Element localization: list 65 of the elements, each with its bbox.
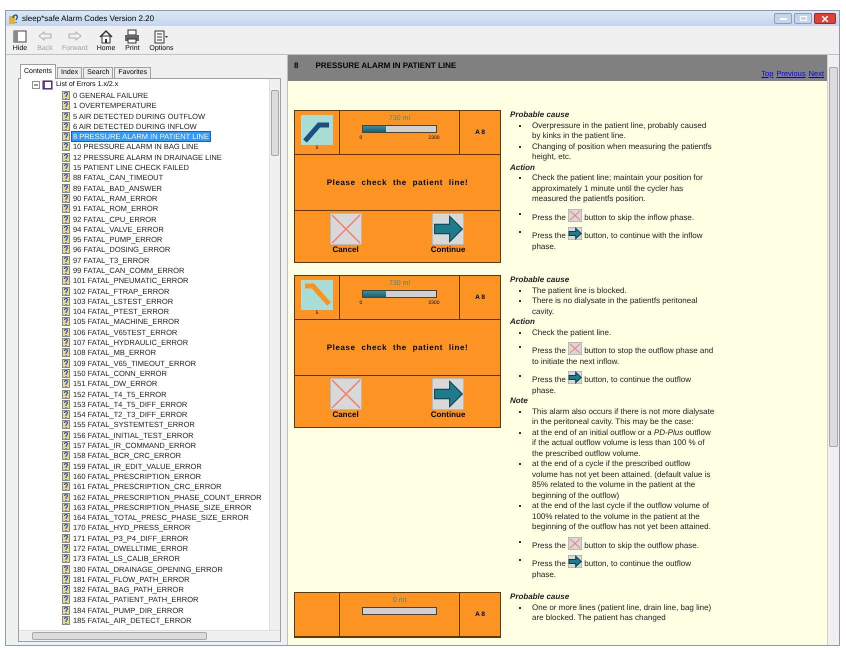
horizontal-scrollbar[interactable]	[19, 630, 280, 641]
window-title: sleep*safe Alarm Codes Version 2.20	[22, 12, 154, 24]
list-text: at the end of a cycle if the prescribed outflow volume has not yet been attained. (default value is 85% related to the volume in the patient at the beginning of the outflow)	[532, 459, 712, 501]
topic-number: 8	[294, 60, 298, 72]
cross-icon	[330, 378, 362, 410]
list-text: Check the patient line; maintain your position for approximately 1 minute until the cycler has measured the patientfs position.	[532, 173, 704, 204]
help-file-icon	[9, 14, 19, 24]
arrow-right-icon	[568, 227, 582, 240]
scrollbar-thumb[interactable]	[271, 90, 279, 156]
list-text: One or more lines (patient line, drain line, bag line) are blocked. The patient has changed	[532, 602, 712, 624]
section-heading: Probable cause	[510, 110, 570, 120]
cross-icon	[568, 208, 582, 222]
alarm-message: Please check the patient line!	[326, 342, 468, 354]
vertical-scrollbar[interactable]	[269, 79, 280, 630]
tube-icon	[301, 280, 333, 310]
minimize-button[interactable]	[774, 13, 792, 24]
cross-icon	[330, 213, 362, 245]
list-text: at the end of an initial outflow or a PD-Plus outflow if the actual outflow volume is less than 100 % of the prescribed outflow volume.	[532, 428, 712, 459]
close-button[interactable]	[814, 13, 836, 24]
list-text: Overpressure in the patient line, probably caused by kinks in the patient line.	[532, 120, 708, 142]
back-arrow-icon	[37, 29, 53, 44]
vertical-scrollbar[interactable]	[827, 55, 839, 645]
section-heading: Action	[510, 317, 536, 328]
section-heading: Probable cause	[510, 275, 570, 286]
instruction-text: Press the button to skip the inflow phase.	[532, 208, 694, 223]
instruction-text: Press the button to stop the outflow phase and to initiate the next inflow.	[532, 342, 715, 367]
list-text: This alarm also occurs if there is not more dialysate in the peritoneal cavity. This may be the case:	[532, 406, 715, 428]
instruction-text: Press the button, to continue the outflow phase.	[532, 371, 715, 396]
maximize-icon	[800, 16, 806, 21]
arrow-right-icon	[568, 555, 582, 568]
close-icon	[822, 16, 828, 22]
minimize-icon	[780, 18, 786, 20]
scrollbar-thumb[interactable]	[829, 67, 838, 447]
cross-icon	[568, 342, 582, 355]
continue-button[interactable]: Continue	[430, 213, 466, 255]
section-heading: Action	[510, 162, 536, 173]
arrow-right-icon	[432, 213, 464, 245]
forward-arrow-icon	[66, 29, 83, 44]
instruction-text: Press the button, to continue the outflow phase.	[532, 555, 715, 580]
cross-icon	[568, 536, 582, 550]
continue-button[interactable]: Continue	[430, 378, 466, 420]
cancel-button[interactable]: Cancel	[330, 213, 362, 255]
minus-icon	[33, 82, 39, 88]
instruction-text: Press the button to skip the outflow phase.	[532, 536, 699, 551]
list-text: Check the patient line.	[532, 328, 612, 338]
maximize-button[interactable]	[794, 13, 812, 24]
arrow-right-icon	[432, 378, 464, 410]
section-heading: Note	[510, 396, 529, 406]
hide-pane-icon	[12, 29, 28, 44]
section-heading: Probable cause	[510, 592, 570, 602]
instruction-text: Press the button, to continue with the inflow phase.	[532, 227, 715, 252]
list-text: Changing of position when measuring the patientfs height, etc.	[532, 142, 713, 162]
list-text: at the end of the last cycle if the outflow volume of 100% related to the volume in the patient at the beginning of the outflow has not yet been attained.	[532, 501, 712, 532]
options-icon	[153, 29, 170, 44]
tube-icon	[301, 115, 333, 145]
printer-icon	[124, 29, 140, 44]
collapse-toggle[interactable]	[32, 81, 40, 90]
topic-title: PRESSURE ALARM IN PATIENT LINE	[315, 60, 456, 72]
list-text: The patient line is blocked.	[532, 286, 627, 296]
list-text: There is no dialysate in the patientfs peritoneal cavity.	[532, 296, 698, 317]
scrollbar-thumb[interactable]	[32, 632, 207, 640]
home-icon	[98, 29, 114, 44]
cancel-button[interactable]: Cancel	[330, 378, 362, 420]
alarm-message: Please check the patient line!	[326, 176, 468, 188]
arrow-right-icon	[568, 371, 582, 384]
